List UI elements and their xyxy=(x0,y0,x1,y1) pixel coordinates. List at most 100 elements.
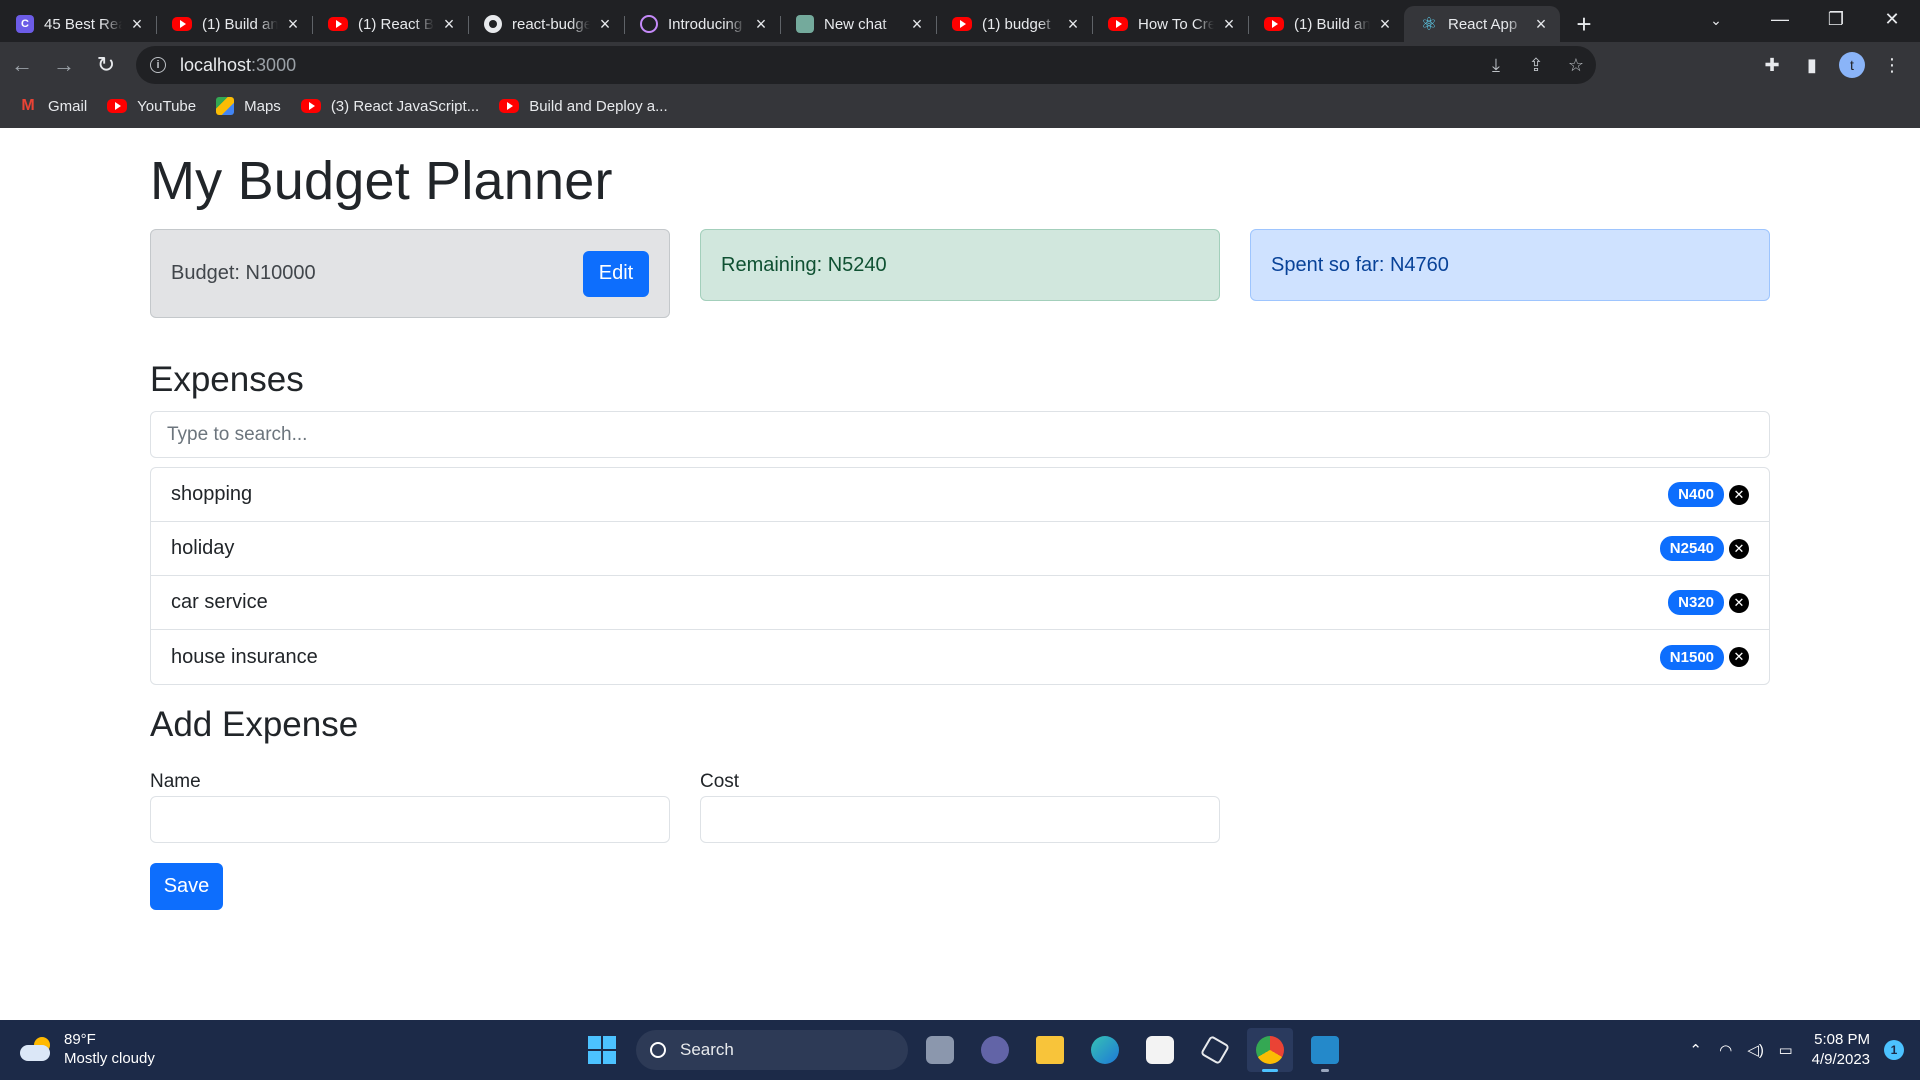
close-window-button[interactable]: ✕ xyxy=(1864,0,1920,38)
list-item: holiday N2540 ✕ xyxy=(151,522,1769,576)
system-tray: ⌃ ◠ ◁) ▭ 5:08 PM 4/9/2023 1 xyxy=(1680,1026,1904,1074)
browser-tab-active[interactable]: ⚛ React App × xyxy=(1404,6,1560,42)
battery-icon[interactable]: ▭ xyxy=(1772,1036,1800,1064)
weather-widget[interactable]: 89°F Mostly cloudy xyxy=(20,1030,155,1068)
ai-spiral-icon xyxy=(640,15,658,33)
teams-chat-button[interactable] xyxy=(972,1028,1018,1072)
save-button[interactable]: Save xyxy=(150,863,223,910)
reload-button[interactable]: ↻ xyxy=(86,47,126,83)
forward-button[interactable]: → xyxy=(44,47,84,83)
omnibox-actions: ⤓ ⇪ ☆ xyxy=(1476,46,1596,84)
window-controls: — ❐ ✕ xyxy=(1752,0,1920,42)
back-button[interactable]: ← xyxy=(2,47,42,83)
close-icon[interactable]: × xyxy=(596,14,614,34)
browser-tab[interactable]: (1) React Bu × xyxy=(312,6,468,42)
budget-card: Budget: N10000 Edit xyxy=(150,229,670,318)
chevron-up-icon[interactable]: ⌃ xyxy=(1682,1036,1710,1064)
profile-button[interactable]: t xyxy=(1832,46,1872,84)
tab-title: React App xyxy=(1448,15,1518,33)
browser-tab[interactable]: C 45 Best Rea × xyxy=(0,6,156,42)
add-expense-heading: Add Expense xyxy=(150,705,359,744)
notification-badge[interactable]: 1 xyxy=(1884,1040,1904,1060)
taskbar-search[interactable]: Search xyxy=(636,1030,908,1070)
delete-icon[interactable]: ✕ xyxy=(1729,592,1749,613)
tab-title: New chat xyxy=(824,15,887,33)
menu-icon[interactable]: ⋮ xyxy=(1872,46,1912,84)
file-explorer-button[interactable] xyxy=(1027,1028,1073,1072)
close-icon[interactable]: × xyxy=(440,14,458,34)
install-icon[interactable]: ⤓ xyxy=(1476,46,1516,84)
vscode-button[interactable] xyxy=(1302,1028,1348,1072)
close-icon[interactable]: × xyxy=(128,14,146,34)
browser-toolbar: ← → ↻ i localhost:3000 ⤓ ⇪ ☆ ✚ ▮ t ⋮ xyxy=(0,42,1920,88)
search-input[interactable] xyxy=(150,411,1770,458)
youtube-icon xyxy=(952,17,972,31)
browser-tab[interactable]: (1) Build an × xyxy=(156,6,312,42)
browser-tab[interactable]: react-budge × xyxy=(468,6,624,42)
delete-icon[interactable]: ✕ xyxy=(1729,647,1749,667)
cube-icon xyxy=(1199,1034,1231,1066)
browser-tab[interactable]: How To Cre × xyxy=(1092,6,1248,42)
bookmark-build-deploy[interactable]: Build and Deploy a... xyxy=(499,98,668,115)
youtube-icon xyxy=(1264,17,1284,31)
delete-icon[interactable]: ✕ xyxy=(1729,538,1749,559)
bookmark-label: Maps xyxy=(244,97,281,115)
task-view-button[interactable] xyxy=(917,1028,963,1072)
chevron-down-icon[interactable]: ⌄ xyxy=(1698,6,1734,34)
volume-icon[interactable]: ◁) xyxy=(1742,1036,1770,1064)
maps-icon xyxy=(216,97,235,115)
edit-budget-button[interactable]: Edit xyxy=(583,250,649,297)
close-icon[interactable]: × xyxy=(284,14,302,34)
clock-time: 5:08 PM xyxy=(1814,1031,1870,1048)
bookmark-label: (3) React JavaScript... xyxy=(330,97,480,115)
bookmark-react-js[interactable]: (3) React JavaScript... xyxy=(300,97,480,115)
expense-name: car service xyxy=(171,591,268,613)
new-tab-button[interactable]: + xyxy=(1564,6,1604,42)
address-bar[interactable]: i localhost:3000 ⤓ ⇪ ☆ xyxy=(136,46,1596,84)
cost-badge: N400 xyxy=(1668,482,1724,507)
store-button[interactable] xyxy=(1137,1028,1183,1072)
clock[interactable]: 5:08 PM 4/9/2023 xyxy=(1812,1030,1870,1070)
youtube-icon xyxy=(1108,17,1128,31)
delete-icon[interactable]: ✕ xyxy=(1729,484,1749,505)
expense-name: holiday xyxy=(171,537,235,559)
close-icon[interactable]: × xyxy=(1376,14,1394,34)
info-icon[interactable]: i xyxy=(150,57,166,73)
wifi-icon[interactable]: ◠ xyxy=(1712,1036,1740,1064)
extensions-icon[interactable]: ✚ xyxy=(1752,46,1792,84)
minimize-button[interactable]: — xyxy=(1752,0,1808,38)
name-field[interactable] xyxy=(150,796,670,843)
cost-label: Cost xyxy=(700,771,740,792)
avatar: t xyxy=(1839,52,1865,78)
restore-button[interactable]: ❐ xyxy=(1808,0,1864,38)
close-icon[interactable]: × xyxy=(1220,14,1238,34)
cost-field[interactable] xyxy=(700,796,1220,843)
tab-title: (1) Build an xyxy=(202,15,278,33)
close-icon[interactable]: × xyxy=(1532,14,1550,34)
browser-tab[interactable]: Introducing × xyxy=(624,6,780,42)
youtube-icon xyxy=(107,99,128,113)
name-label: Name xyxy=(150,771,201,792)
close-icon[interactable]: × xyxy=(1064,14,1082,34)
bookmark-gmail[interactable]: M Gmail xyxy=(18,97,87,115)
browser-tab[interactable]: (1) budget × xyxy=(936,6,1092,42)
url-text[interactable]: localhost:3000 xyxy=(180,55,296,76)
gmail-icon: M xyxy=(21,97,35,114)
tab-title: (1) Build an xyxy=(1294,15,1370,33)
edge-button[interactable] xyxy=(1082,1028,1128,1072)
browser-tab[interactable]: New chat × xyxy=(780,6,936,42)
folder-icon xyxy=(1036,1036,1064,1064)
chrome-button[interactable] xyxy=(1247,1028,1293,1072)
bookmark-youtube[interactable]: YouTube xyxy=(107,98,196,115)
windows-start-icon[interactable] xyxy=(580,1028,624,1072)
bookmark-label: Gmail xyxy=(48,97,88,115)
close-icon[interactable]: × xyxy=(908,14,926,34)
close-icon[interactable]: × xyxy=(752,14,770,34)
star-icon[interactable]: ☆ xyxy=(1556,46,1596,84)
youtube-icon xyxy=(172,17,192,31)
bookmark-maps[interactable]: Maps xyxy=(216,97,281,115)
browser-tab[interactable]: (1) Build an × xyxy=(1248,6,1404,42)
share-icon[interactable]: ⇪ xyxy=(1516,46,1556,84)
side-panel-icon[interactable]: ▮ xyxy=(1792,46,1832,84)
cube-app-button[interactable] xyxy=(1192,1028,1238,1072)
